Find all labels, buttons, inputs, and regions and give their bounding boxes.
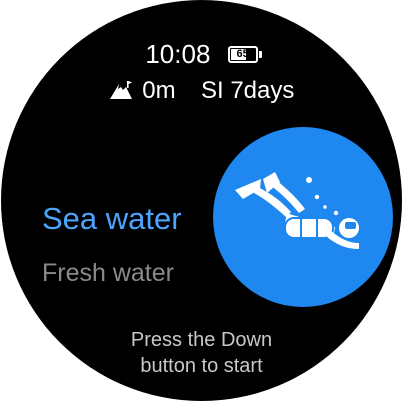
watch-face: 10:08 65 0m SI 7days Sea water Fresh wat… xyxy=(0,0,403,401)
altitude-value: 0m xyxy=(142,77,176,104)
mountain-altitude-icon xyxy=(109,81,132,99)
dive-info-row: 0m SI 7days xyxy=(0,77,403,105)
status-bar: 10:08 65 xyxy=(0,37,403,69)
battery-icon: 65 xyxy=(227,45,262,63)
mode-sea-water[interactable]: Sea water xyxy=(42,200,182,238)
hint-line-1: Press the Down xyxy=(130,329,273,351)
clock-time: 10:08 xyxy=(145,39,211,70)
battery-level: 65 xyxy=(236,47,249,60)
start-hint: Press the Down button to start xyxy=(0,327,403,379)
dive-mode-icon-circle xyxy=(213,127,393,307)
mode-fresh-water[interactable]: Fresh water xyxy=(42,258,174,288)
surface-interval: SI 7days xyxy=(200,77,295,104)
hint-line-2: button to start xyxy=(140,355,263,377)
scuba-diver-icon xyxy=(235,172,359,249)
battery-tip xyxy=(258,50,262,58)
